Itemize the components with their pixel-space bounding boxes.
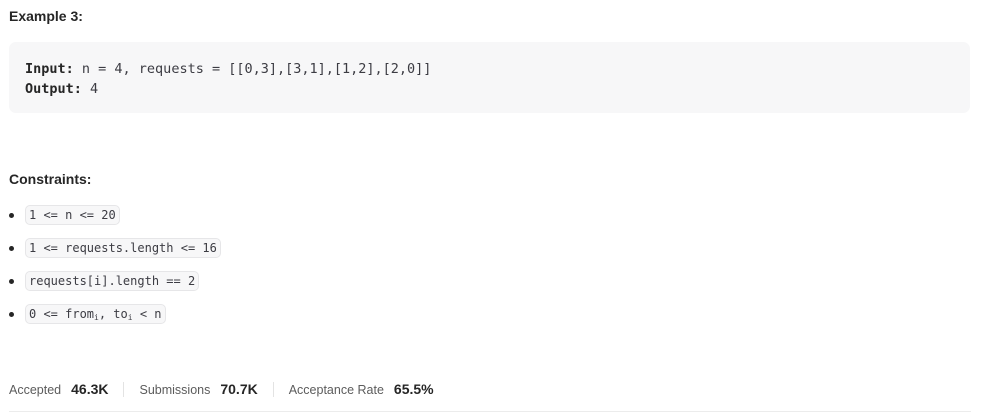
input-value: n = 4, requests = [[0,3],[3,1],[1,2],[2,…	[73, 61, 432, 77]
stat-accepted: Accepted 46.3K	[9, 381, 108, 397]
stat-value: 70.7K	[220, 381, 258, 397]
example-output-line: Output: 4	[25, 79, 970, 99]
bullet-icon	[9, 279, 14, 284]
constraint-code: requests[i].length == 2	[25, 271, 200, 291]
constraint-code: 0 <= fromi, toi < n	[25, 304, 166, 324]
stat-label: Accepted	[9, 383, 62, 397]
constraint-text: 0 <= from	[29, 307, 95, 321]
constraint-item: 1 <= n <= 20	[9, 205, 221, 238]
bullet-icon	[9, 312, 14, 317]
output-label: Output:	[25, 81, 82, 97]
stat-submissions: Submissions 70.7K	[139, 381, 257, 397]
constraints-list: 1 <= n <= 20 1 <= requests.length <= 16 …	[9, 205, 221, 337]
constraints-title: Constraints:	[9, 171, 92, 187]
output-value: 4	[81, 81, 99, 97]
constraint-text: < n	[132, 307, 162, 321]
stat-acceptance-rate: Acceptance Rate 65.5%	[289, 381, 434, 397]
constraint-text: , to	[98, 307, 128, 321]
stat-value: 65.5%	[393, 381, 434, 397]
example-input-line: Input: n = 4, requests = [[0,3],[3,1],[1…	[25, 59, 970, 79]
stat-divider	[123, 381, 125, 397]
input-label: Input:	[25, 61, 74, 77]
divider	[9, 411, 971, 412]
constraint-item: 1 <= requests.length <= 16	[9, 238, 221, 271]
constraint-code: 1 <= n <= 20	[25, 205, 120, 225]
bullet-icon	[9, 246, 14, 251]
example-title: Example 3:	[9, 8, 83, 24]
problem-stats: Accepted 46.3K Submissions 70.7K Accepta…	[9, 380, 434, 398]
constraint-code: 1 <= requests.length <= 16	[25, 238, 221, 258]
bullet-icon	[9, 213, 14, 218]
constraint-item: requests[i].length == 2	[9, 271, 221, 304]
constraint-item: 0 <= fromi, toi < n	[9, 304, 221, 337]
stat-label: Submissions	[139, 383, 211, 397]
example-code-block: Input: n = 4, requests = [[0,3],[3,1],[1…	[9, 42, 970, 113]
stat-value: 46.3K	[71, 381, 109, 397]
stat-label: Acceptance Rate	[288, 383, 384, 397]
stat-divider	[272, 381, 274, 397]
